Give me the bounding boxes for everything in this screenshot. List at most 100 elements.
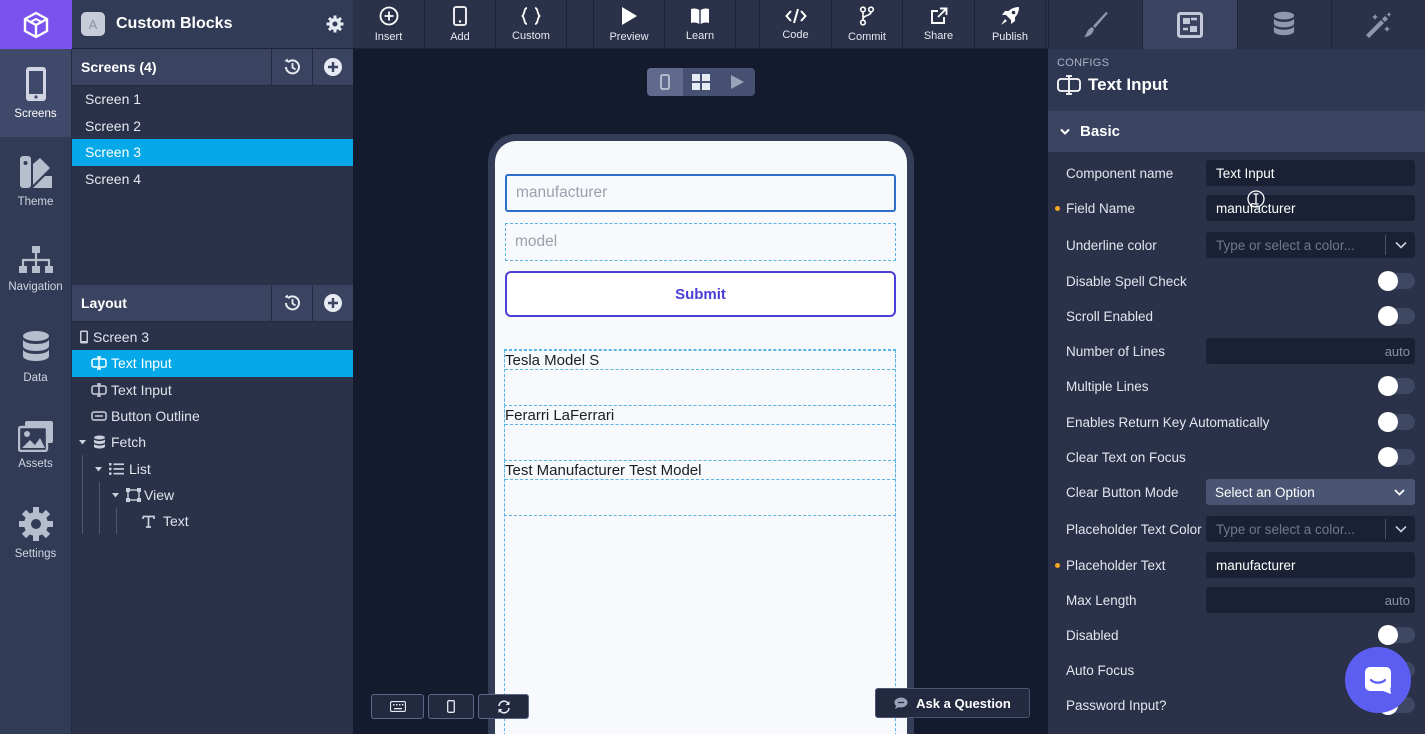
- nav-navigation[interactable]: Navigation: [0, 225, 71, 313]
- nav-data[interactable]: Data: [0, 313, 71, 401]
- keyboard-toggle-button[interactable]: [371, 694, 424, 719]
- add-button[interactable]: Add: [425, 0, 496, 49]
- toolbar-divider: [736, 0, 760, 48]
- nav-label: Settings: [14, 548, 57, 560]
- toolbar-label: Learn: [685, 30, 715, 42]
- row-scroll-enabled: Scroll Enabled: [1048, 302, 1425, 330]
- placeholder-color-input[interactable]: Type or select a color...: [1206, 516, 1415, 542]
- grid-view-toggle[interactable]: [683, 68, 719, 96]
- row-label: Scroll Enabled: [1066, 308, 1154, 324]
- disable-spell-check-toggle[interactable]: [1378, 271, 1415, 291]
- paint-brush-icon: [1083, 11, 1108, 37]
- phone-view-toggle[interactable]: [647, 68, 683, 96]
- screens-history-button[interactable]: [271, 48, 312, 86]
- nav-settings[interactable]: Settings: [0, 489, 71, 577]
- toolbar-label: Preview: [609, 31, 649, 43]
- tree-guide: [82, 455, 83, 482]
- nav-screens[interactable]: Screens: [0, 49, 71, 137]
- tree-item-label: View: [144, 486, 175, 503]
- custom-button[interactable]: Custom: [496, 0, 567, 49]
- publish-button[interactable]: Publish: [975, 0, 1046, 49]
- caret-down-icon[interactable]: [78, 438, 87, 446]
- device-frame-button[interactable]: [428, 694, 474, 719]
- toolbar-label: Add: [450, 31, 470, 43]
- nav-label: Data: [23, 372, 48, 384]
- tree-item-screen[interactable]: Screen 3: [72, 324, 353, 350]
- tree-item-text-input-selected[interactable]: Text Input: [72, 350, 353, 377]
- share-button[interactable]: Share: [903, 0, 975, 49]
- chat-launcher-button[interactable]: [1345, 647, 1411, 713]
- view-icon: [126, 487, 141, 502]
- text-input-icon: [1057, 75, 1081, 95]
- row-return-key: Enables Return Key Automatically: [1048, 408, 1425, 436]
- underline-color-input[interactable]: Type or select a color...: [1206, 232, 1415, 258]
- screen-item[interactable]: Screen 2: [72, 113, 353, 140]
- disabled-toggle[interactable]: [1378, 625, 1415, 645]
- nav-theme[interactable]: Theme: [0, 137, 71, 225]
- project-avatar: A: [81, 12, 105, 36]
- tab-data[interactable]: [1236, 0, 1331, 49]
- keyboard-icon: [389, 701, 406, 712]
- screen-item-selected[interactable]: Screen 3: [72, 139, 353, 166]
- tab-interactions[interactable]: [1330, 0, 1425, 49]
- commit-button[interactable]: Commit: [832, 0, 903, 49]
- preview-play-toggle[interactable]: [719, 68, 755, 96]
- project-settings-button[interactable]: [317, 15, 353, 33]
- number-of-lines-input[interactable]: auto: [1206, 338, 1415, 364]
- tab-config[interactable]: [1142, 0, 1237, 49]
- list-item[interactable]: Tesla Model S: [504, 350, 896, 406]
- tree-item-text-input[interactable]: Text Input: [72, 377, 353, 403]
- tree-item-view[interactable]: View: [72, 481, 353, 509]
- braces-icon: [521, 7, 541, 25]
- scroll-enabled-toggle[interactable]: [1378, 306, 1415, 326]
- row-underline-color: Underline color Type or select a color..…: [1048, 231, 1425, 259]
- add-screen-button[interactable]: [312, 48, 353, 86]
- field-name-input[interactable]: manufacturer: [1206, 195, 1415, 221]
- screens-title: Screens (4): [81, 59, 157, 75]
- code-button[interactable]: Code: [760, 0, 832, 49]
- color-dropdown[interactable]: [1385, 235, 1415, 255]
- tree-guide: [99, 481, 100, 509]
- ask-question-button[interactable]: Ask a Question: [875, 688, 1030, 718]
- manufacturer-input[interactable]: manufacturer: [505, 174, 896, 212]
- row-disabled: Disabled: [1048, 621, 1425, 649]
- max-length-input[interactable]: auto: [1206, 587, 1415, 613]
- basic-group-label: Basic: [1080, 123, 1121, 140]
- return-key-toggle[interactable]: [1378, 412, 1415, 432]
- screen-item[interactable]: Screen 4: [72, 166, 353, 193]
- list-item[interactable]: Ferarri LaFerrari: [504, 405, 896, 461]
- basic-group-toggle[interactable]: Basic: [1048, 111, 1425, 152]
- tree-item-list[interactable]: List: [72, 455, 353, 482]
- screens-list: Screen 1 Screen 2 Screen 3 Screen 4: [72, 86, 353, 285]
- preview-button[interactable]: Preview: [594, 0, 665, 49]
- toolbar-label: Code: [782, 29, 809, 41]
- rotate-button[interactable]: [478, 694, 529, 719]
- tree-item-fetch[interactable]: Fetch: [72, 429, 353, 455]
- submit-button[interactable]: Submit: [505, 271, 896, 317]
- clear-button-mode-select[interactable]: Select an Option: [1206, 479, 1415, 505]
- app-logo[interactable]: [0, 0, 72, 49]
- add-component-button[interactable]: [312, 284, 353, 322]
- learn-button[interactable]: Learn: [665, 0, 736, 49]
- insert-button[interactable]: Insert: [353, 0, 425, 49]
- tab-style[interactable]: [1048, 0, 1142, 49]
- screen-item[interactable]: Screen 1: [72, 86, 353, 113]
- row-label: Enables Return Key Automatically: [1066, 414, 1270, 430]
- caret-down-icon[interactable]: [94, 465, 103, 473]
- tree-item-button-outline[interactable]: Button Outline: [72, 403, 353, 429]
- multiple-lines-toggle[interactable]: [1378, 376, 1415, 396]
- layout-history-button[interactable]: [271, 284, 312, 322]
- component-name-input[interactable]: Text Input: [1206, 160, 1415, 186]
- placeholder-text-input[interactable]: manufacturer: [1206, 552, 1415, 578]
- chevron-down-icon: [1060, 128, 1070, 135]
- row-label: Disable Spell Check: [1066, 273, 1187, 289]
- device-switcher: [647, 68, 755, 96]
- color-dropdown[interactable]: [1385, 519, 1415, 539]
- model-input[interactable]: model: [505, 223, 896, 261]
- phone-frame: manufacturer model Submit Tesla Model S …: [488, 134, 914, 734]
- list-item[interactable]: Test Manufacturer Test Model: [504, 460, 896, 516]
- tree-item-text[interactable]: Text: [72, 508, 353, 535]
- caret-down-icon[interactable]: [111, 491, 120, 499]
- nav-assets[interactable]: Assets: [0, 401, 71, 489]
- clear-text-on-focus-toggle[interactable]: [1378, 447, 1415, 467]
